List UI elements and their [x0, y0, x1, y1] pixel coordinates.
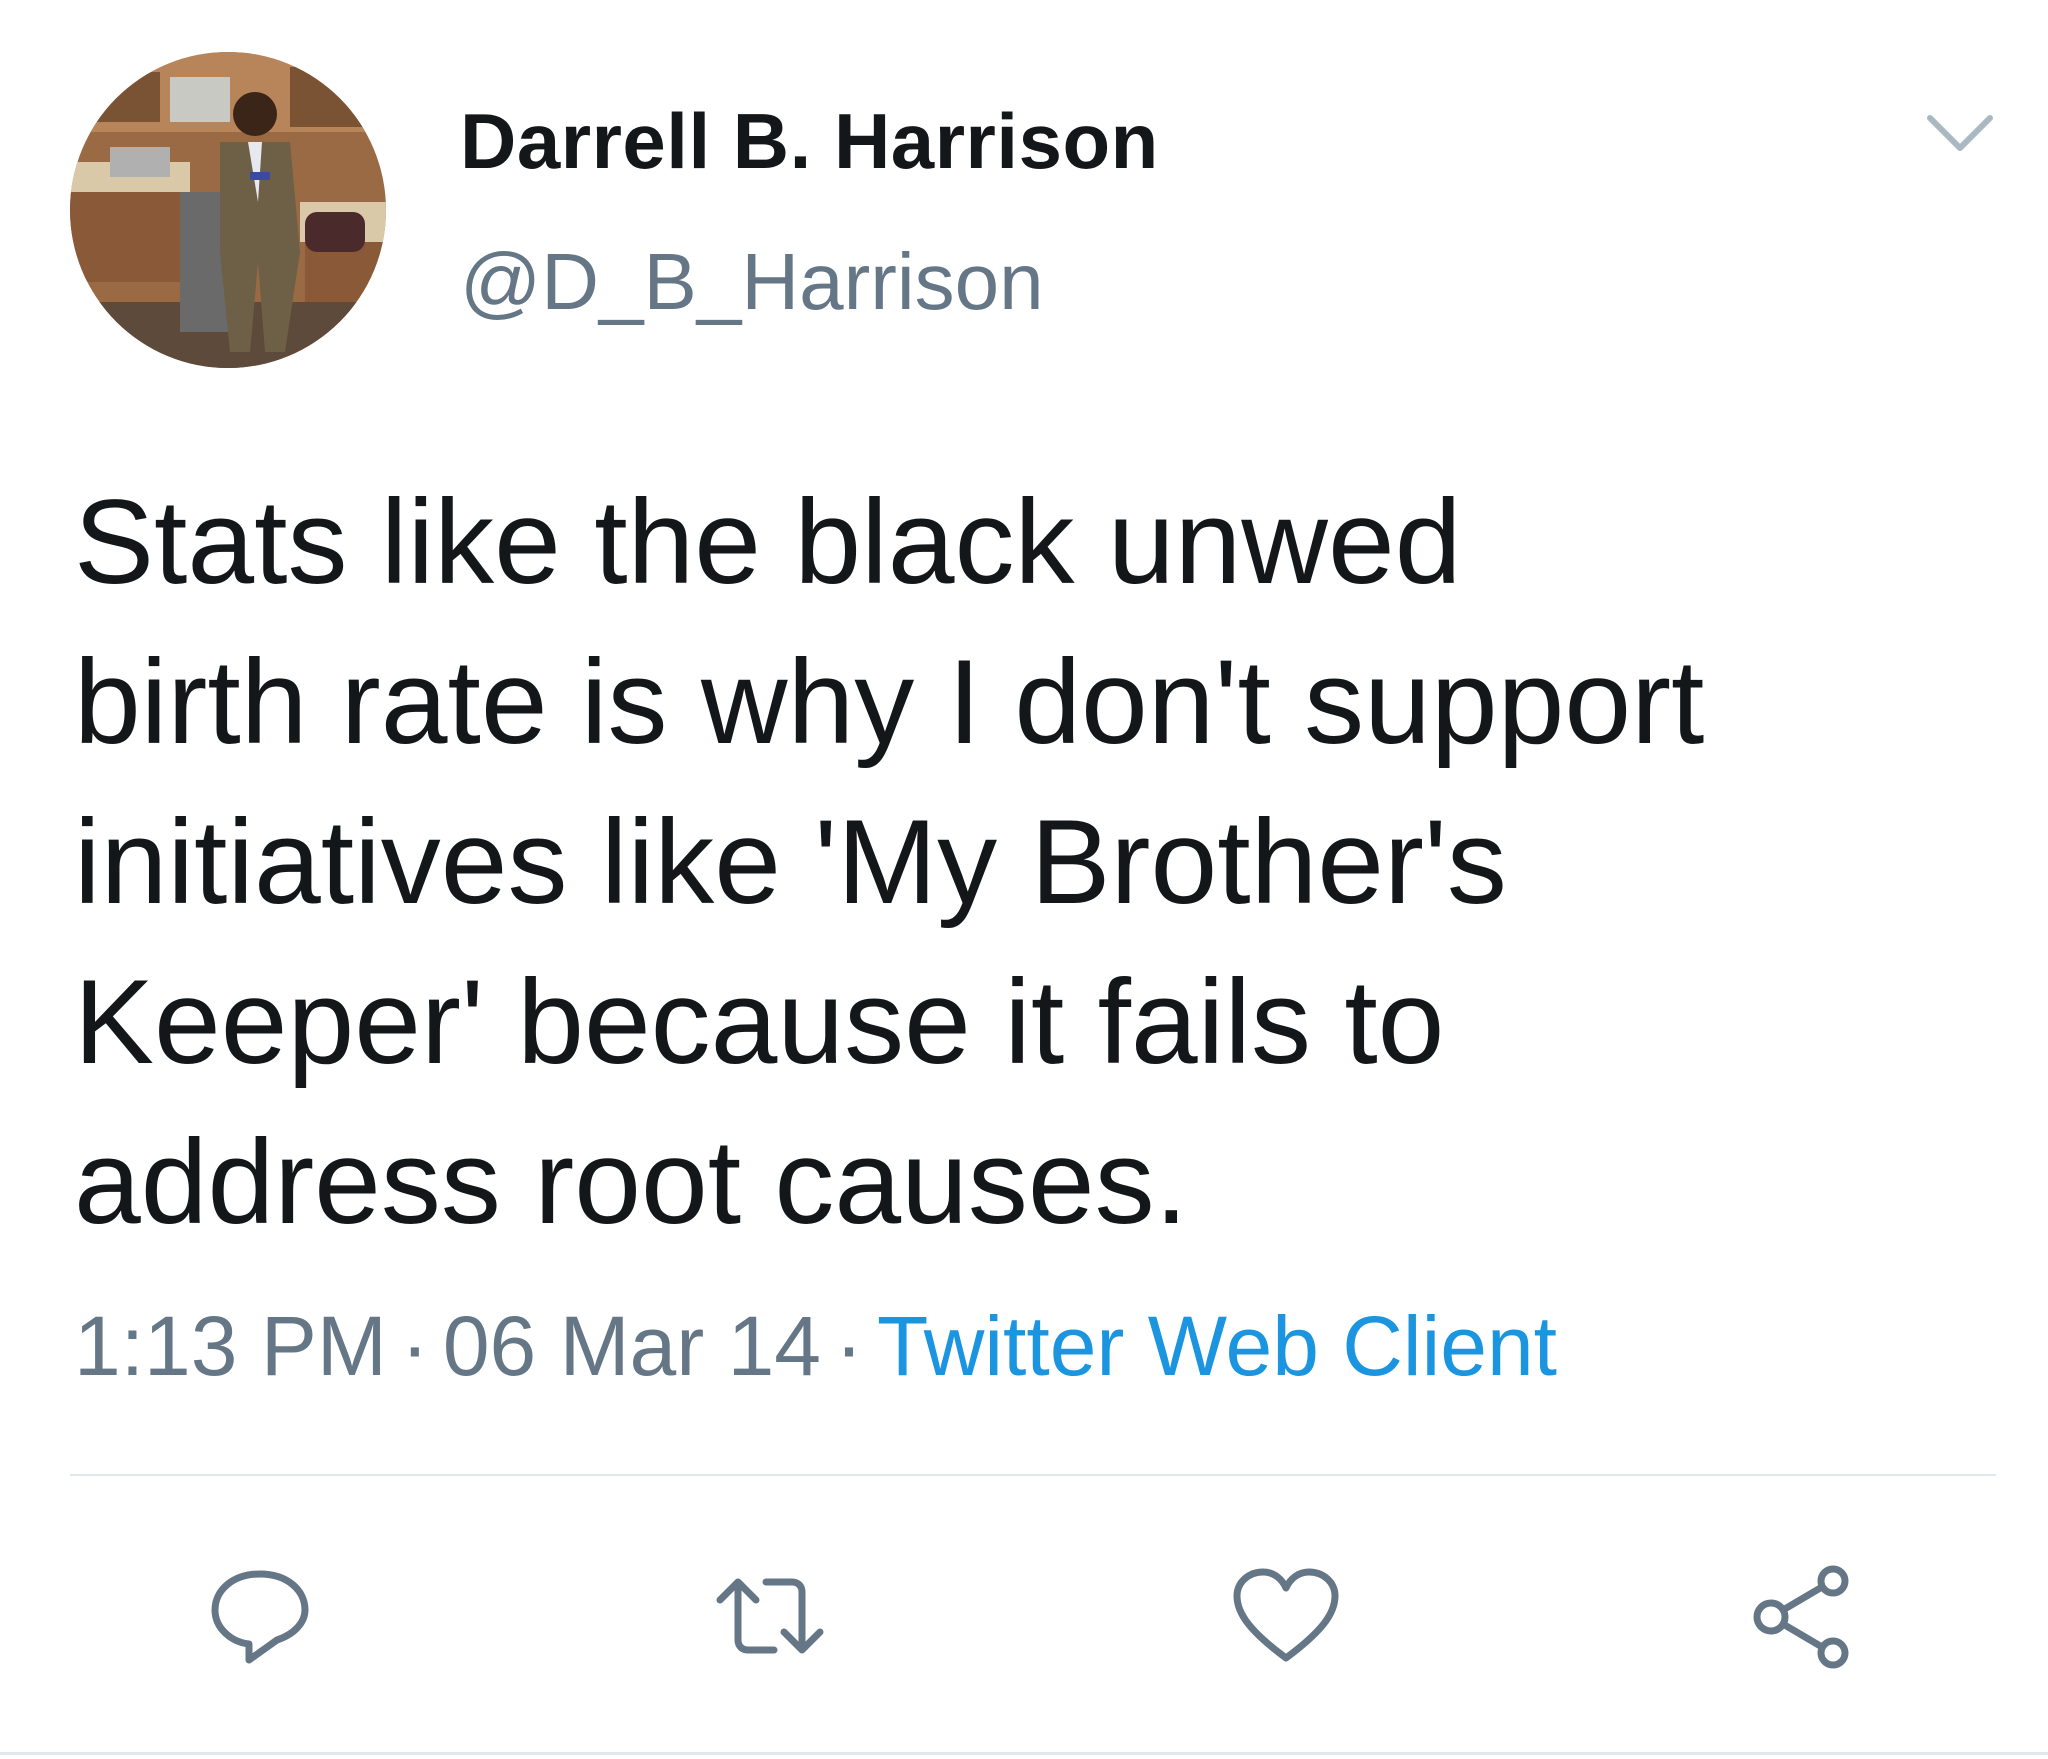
tweet-text-line: Keeper' because it fails to: [74, 955, 1445, 1089]
chevron-down-icon[interactable]: [1922, 108, 1998, 160]
author-handle[interactable]: @D_B_Harrison: [460, 236, 1044, 328]
tweet-date[interactable]: 06 Mar 14: [443, 1299, 821, 1393]
avatar-photo: [70, 52, 386, 368]
retweet-button[interactable]: [706, 1552, 834, 1680]
reply-button[interactable]: [196, 1552, 324, 1680]
author-display-name[interactable]: Darrell B. Harrison: [460, 96, 1159, 187]
tweet-text: Stats like the black unwed birth rate is…: [74, 462, 1954, 1262]
reply-icon: [211, 1570, 309, 1664]
share-button[interactable]: [1740, 1552, 1868, 1680]
meta-separator: ·: [400, 1299, 429, 1393]
divider: [70, 1474, 1996, 1476]
bottom-divider: [0, 1752, 2048, 1755]
tweet-text-line: birth rate is why I don't support: [74, 635, 1705, 769]
tweet-text-line: initiatives like 'My Brother's: [74, 795, 1507, 929]
meta-separator: ·: [835, 1299, 864, 1393]
retweet-icon: [716, 1578, 824, 1654]
heart-icon: [1233, 1568, 1339, 1662]
tweet-meta: 1:13 PM · 06 Mar 14 · Twitter Web Client: [74, 1298, 1557, 1395]
tweet-text-line: address root causes.: [74, 1115, 1188, 1249]
share-icon: [1753, 1565, 1849, 1669]
tweet-source-link[interactable]: Twitter Web Client: [877, 1299, 1557, 1393]
tweet-card: Darrell B. Harrison @D_B_Harrison Stats …: [0, 0, 2048, 1759]
like-button[interactable]: [1222, 1552, 1350, 1680]
tweet-text-line: Stats like the black unwed: [74, 475, 1462, 609]
avatar[interactable]: [70, 52, 386, 368]
tweet-time[interactable]: 1:13 PM: [74, 1299, 387, 1393]
